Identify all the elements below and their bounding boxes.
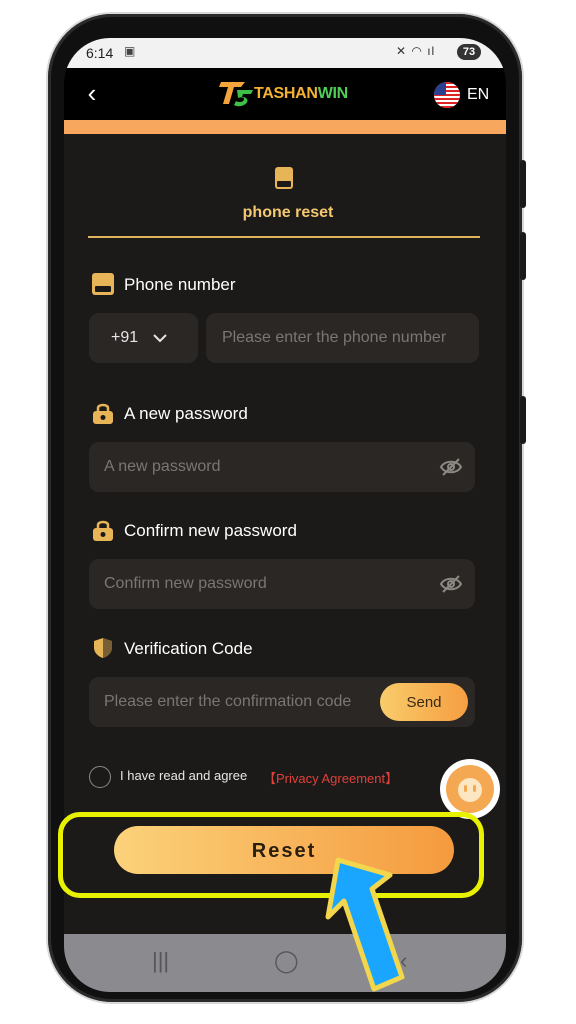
phone-number-label: Phone number	[124, 275, 236, 294]
pointer-arrow-icon	[325, 857, 405, 992]
lock-icon	[93, 520, 113, 541]
lock-icon	[93, 403, 113, 424]
phone-icon	[275, 167, 293, 189]
chevron-down-icon	[153, 334, 167, 343]
phone-number-placeholder: Please enter the phone number	[222, 329, 447, 346]
shield-icon	[94, 638, 112, 658]
country-code-value: +91	[111, 329, 139, 346]
new-password-label: A new password	[124, 404, 248, 423]
signal-icons: ✕ ◠ ıl	[396, 44, 436, 58]
new-password-placeholder: A new password	[104, 458, 221, 475]
phone-icon	[92, 273, 114, 295]
back-icon[interactable]: ‹	[78, 78, 106, 108]
flag-us-icon[interactable]	[434, 82, 460, 108]
header-accent-band	[64, 120, 506, 134]
volume-down-button	[520, 232, 526, 280]
eye-off-icon[interactable]	[439, 572, 463, 596]
eye-off-icon[interactable]	[439, 455, 463, 479]
verification-code-placeholder: Please enter the confirmation code	[104, 693, 352, 710]
confirm-password-placeholder: Confirm new password	[104, 575, 267, 592]
send-code-button[interactable]: Send	[380, 683, 468, 721]
power-button	[520, 396, 526, 444]
country-code-select[interactable]	[89, 313, 198, 363]
confirm-password-label: Confirm new password	[124, 521, 297, 540]
screenshot-icon: ▣	[124, 44, 136, 58]
brand-text: TASHAN	[254, 85, 318, 102]
app-header: ‹ TASHANWIN EN	[64, 68, 506, 120]
tab-underline	[88, 236, 480, 238]
brand-accent-text: WIN	[317, 85, 349, 102]
brand-name: TASHANWIN	[254, 85, 348, 103]
volume-up-button	[520, 160, 526, 208]
brand-logo-icon	[219, 82, 253, 107]
agree-text: I have read and agree	[120, 768, 248, 783]
privacy-agreement-link[interactable]: 【Privacy Agreement】	[263, 768, 398, 787]
status-bar: 6:14 ▣ ✕ ◠ ıl 73	[64, 38, 506, 68]
battery-indicator: 73	[457, 44, 481, 60]
support-bot-face	[458, 778, 482, 802]
agree-checkbox[interactable]	[89, 766, 111, 788]
tab-phone-reset[interactable]: phone reset	[0, 204, 576, 222]
language-label[interactable]: EN	[467, 86, 489, 104]
verification-code-label: Verification Code	[124, 639, 253, 658]
home-icon[interactable]: ◯	[274, 948, 299, 974]
android-nav-bar: ||| ◯ ‹	[64, 934, 506, 992]
recent-apps-icon[interactable]: |||	[152, 948, 169, 974]
status-time: 6:14	[86, 45, 114, 61]
